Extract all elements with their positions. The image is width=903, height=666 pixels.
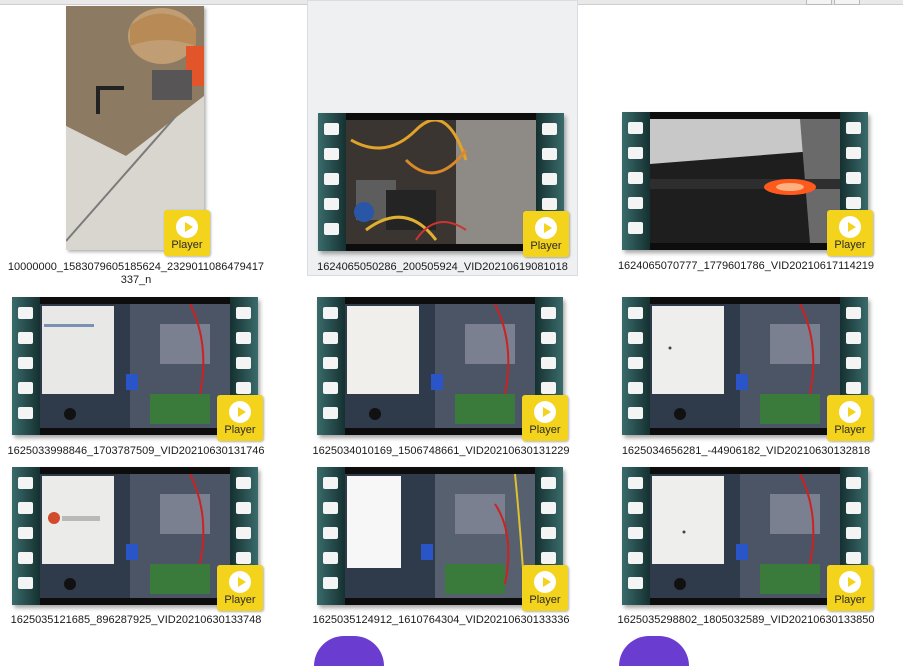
thumbnail-image <box>345 474 535 598</box>
file-name: 1625035121685_896287925_VID2021063013374… <box>10 614 262 626</box>
play-icon <box>848 577 856 587</box>
filmstrip-left <box>318 113 346 251</box>
file-name: 10000000_1583079605185624_23290110864794… <box>7 261 265 286</box>
file-name: 1625035298802_1805032589_VID202106301338… <box>617 614 875 626</box>
file-tile[interactable]: Player 1625034656281_-44906182_VID202106… <box>612 290 880 460</box>
play-icon <box>848 407 856 417</box>
filmstrip-left <box>622 297 650 435</box>
player-label: Player <box>171 239 203 251</box>
file-tile[interactable]: Player 10000000_1583079605185624_2329011… <box>2 0 270 290</box>
file-tile[interactable]: Player 1625035121685_896287925_VID202106… <box>2 460 270 630</box>
filmstrip-left <box>622 467 650 605</box>
filmstrip-left <box>317 467 345 605</box>
thumbnail-image <box>346 120 536 244</box>
partial-thumbnail-icon[interactable] <box>619 636 689 666</box>
player-label: Player <box>530 240 562 252</box>
player-label: Player <box>224 424 256 436</box>
thumbnail-image <box>650 304 840 428</box>
play-icon <box>543 577 551 587</box>
file-name: 1625033998846_1703787509_VID202106301317… <box>7 445 265 457</box>
file-tile[interactable]: Player 1625034010169_1506748661_VID20210… <box>307 290 575 460</box>
file-tile[interactable]: Player 1625035298802_1805032589_VID20210… <box>612 460 880 630</box>
file-name: 1624065070777_1779601786_VID202106171142… <box>617 260 875 272</box>
file-tile-selected[interactable]: Player 1624065050286_200505924_VID202106… <box>307 0 578 276</box>
play-icon <box>238 577 246 587</box>
player-badge: Player <box>827 210 873 256</box>
partial-thumbnail-icon[interactable] <box>314 636 384 666</box>
file-name: 1625035124912_1610764304_VID202106301333… <box>312 614 570 626</box>
player-label: Player <box>529 594 561 606</box>
thumbnail-image <box>650 474 840 598</box>
thumbnail-image <box>650 119 840 243</box>
file-tile[interactable]: Player 1625035124912_1610764304_VID20210… <box>307 460 575 630</box>
filmstrip-left <box>12 297 40 435</box>
player-badge: Player <box>522 565 568 611</box>
player-label: Player <box>224 594 256 606</box>
thumbnail-image <box>40 304 230 428</box>
thumbnail-image <box>40 474 230 598</box>
player-badge: Player <box>827 565 873 611</box>
player-label: Player <box>834 239 866 251</box>
file-name: 1625034656281_-44906182_VID2021063013281… <box>621 445 871 457</box>
player-badge: Player <box>164 210 210 256</box>
player-badge: Player <box>522 395 568 441</box>
player-badge: Player <box>217 395 263 441</box>
file-name: 1624065050286_200505924_VID2021061908101… <box>317 261 568 273</box>
filmstrip-left <box>12 467 40 605</box>
player-label: Player <box>834 424 866 436</box>
filmstrip-left <box>317 297 345 435</box>
play-icon <box>544 223 552 233</box>
thumbnail-image <box>345 304 535 428</box>
file-tile[interactable]: Player 1625033998846_1703787509_VID20210… <box>2 290 270 460</box>
player-badge: Player <box>523 211 569 257</box>
file-name: 1625034010169_1506748661_VID202106301312… <box>312 445 570 457</box>
play-icon <box>848 222 856 232</box>
file-tile[interactable]: Player 1624065070777_1779601786_VID20210… <box>612 0 880 274</box>
filmstrip-left <box>622 112 650 250</box>
player-badge: Player <box>827 395 873 441</box>
play-icon <box>238 407 246 417</box>
player-label: Player <box>529 424 561 436</box>
play-icon <box>185 222 193 232</box>
player-label: Player <box>834 594 866 606</box>
player-badge: Player <box>217 565 263 611</box>
play-icon <box>543 407 551 417</box>
